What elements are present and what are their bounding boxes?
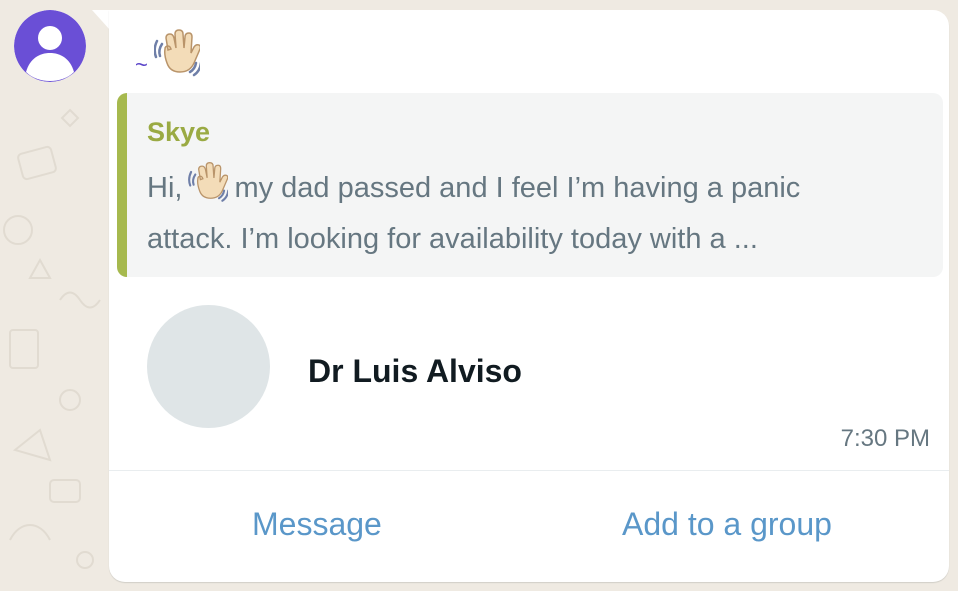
quote-line-1-start: Hi, (147, 172, 183, 204)
contact-card-message[interactable]: ~ Skye Hi, my dad passed and I feel I’m … (109, 10, 949, 582)
contact-avatar[interactable] (147, 305, 270, 428)
actions-divider (109, 470, 949, 471)
waving-hand-icon (153, 29, 200, 77)
sender-name[interactable]: ~ (135, 50, 148, 80)
quote-text: Hi, my dad passed and I feel I’m having … (147, 161, 927, 265)
quoted-message[interactable]: Skye Hi, my dad passed and I feel I’m ha… (117, 93, 943, 277)
quote-line-1: Hi, my dad passed and I feel I’m having … (147, 161, 927, 214)
user-icon (14, 10, 86, 82)
message-timestamp: 7:30 PM (840, 425, 930, 452)
waving-hand-icon (188, 162, 229, 202)
quote-author: Skye (147, 117, 211, 147)
quote-line-1-end: my dad passed and I feel I’m having a pa… (234, 172, 801, 204)
sender-row: ~ (135, 28, 200, 80)
sender-avatar[interactable] (14, 10, 86, 82)
add-to-group-button[interactable]: Add to a group (622, 502, 832, 546)
quote-line-2: attack. I’m looking for availability tod… (147, 223, 758, 255)
bubble-tail (92, 10, 110, 30)
message-button[interactable]: Message (252, 502, 382, 546)
contact-name[interactable]: Dr Luis Alviso (308, 351, 522, 391)
quote-accent-bar (117, 93, 127, 277)
